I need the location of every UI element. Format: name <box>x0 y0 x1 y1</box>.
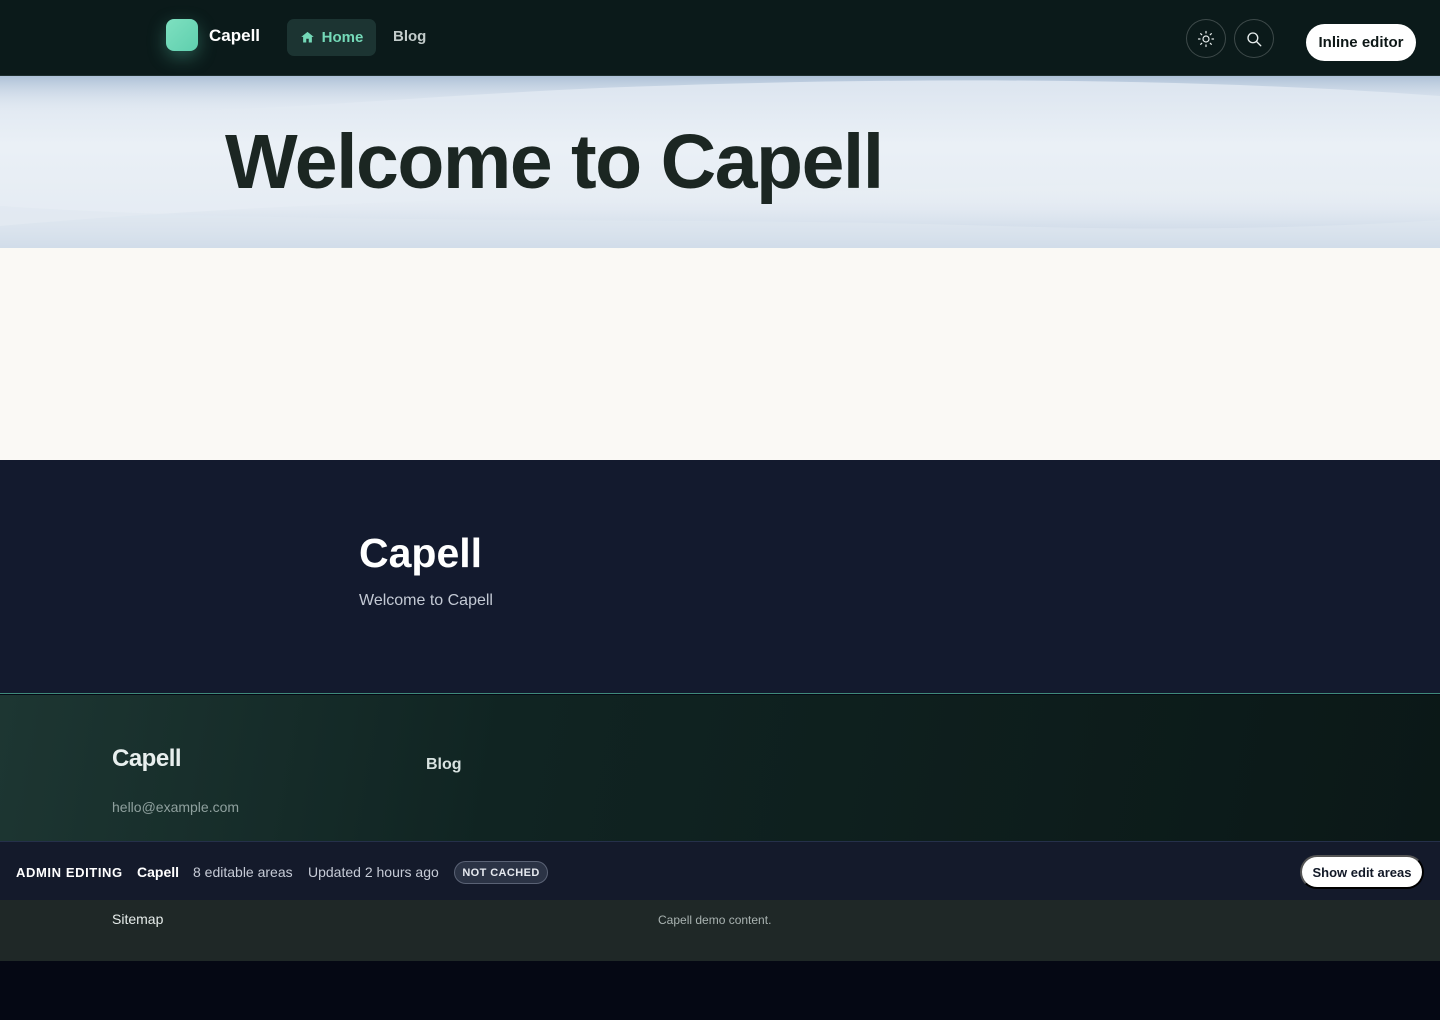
sitemap-link[interactable]: Sitemap <box>112 911 163 927</box>
footer-email-link[interactable]: hello@example.com <box>112 799 239 815</box>
demo-content-note: Capell demo content. <box>658 913 772 927</box>
admin-editing-label: ADMIN EDITING <box>16 865 123 880</box>
logo-mark[interactable] <box>166 19 198 51</box>
cache-status-badge: NOT CACHED <box>454 861 548 884</box>
site-footer: Capell hello@example.com Blog <box>0 695 1440 841</box>
admin-site-name: Capell <box>137 864 180 880</box>
inline-editor-button[interactable]: Inline editor <box>1306 24 1416 61</box>
search-icon <box>1247 31 1262 46</box>
home-icon <box>300 31 314 43</box>
nav-blog[interactable]: Blog <box>393 28 426 45</box>
sun-icon <box>1197 30 1215 47</box>
hero-banner: Welcome to Capell <box>0 76 1440 248</box>
nav-home[interactable]: Home <box>287 19 376 56</box>
intro-title: Capell <box>359 530 483 576</box>
hero-title: Welcome to Capell <box>225 119 884 205</box>
theme-toggle-button[interactable] <box>1186 19 1226 58</box>
page-bottom-fill <box>0 961 1440 1020</box>
brand-name[interactable]: Capell <box>209 26 260 46</box>
admin-editing-bar: ADMIN EDITING Capell 8 editable areas Up… <box>0 841 1440 900</box>
main-content <box>0 248 1440 460</box>
bottom-bar: Sitemap Capell demo content. <box>0 900 1440 961</box>
updated-timestamp: Updated 2 hours ago <box>308 864 439 880</box>
footer-brand[interactable]: Capell <box>112 745 182 773</box>
site-header: Capell Home Blog Inline editor <box>0 0 1440 76</box>
footer-link-blog[interactable]: Blog <box>426 756 462 774</box>
editable-areas-count: 8 editable areas <box>193 864 293 880</box>
show-edit-areas-button[interactable]: Show edit areas <box>1300 855 1424 889</box>
intro-section: Capell Welcome to Capell <box>0 460 1440 694</box>
nav-home-label: Home <box>321 29 364 46</box>
intro-subtitle: Welcome to Capell <box>359 592 493 609</box>
search-button[interactable] <box>1234 19 1274 58</box>
